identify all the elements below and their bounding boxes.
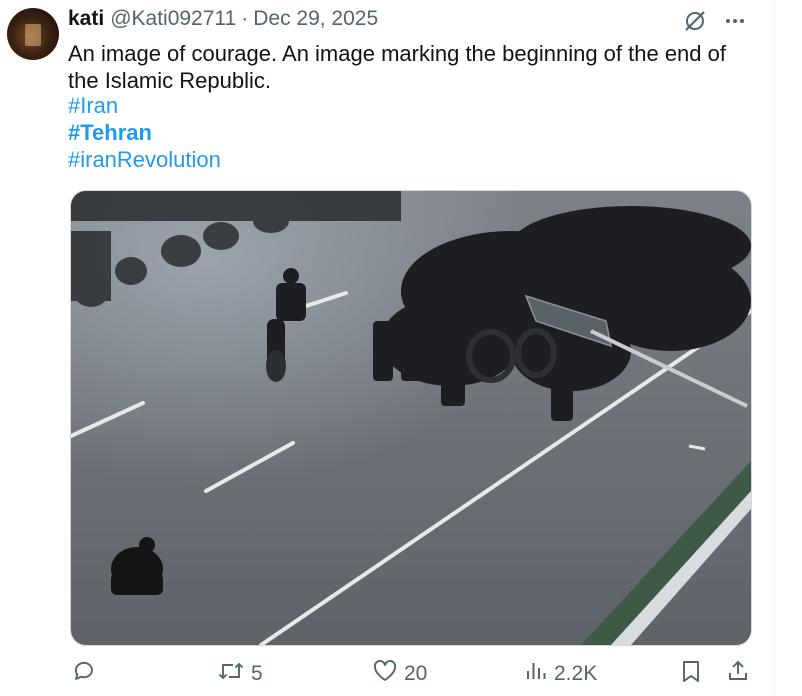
tweet-date[interactable]: Dec 29, 2025 <box>253 7 378 31</box>
views-icon <box>524 659 548 689</box>
like-count: 20 <box>404 662 428 685</box>
retweet-button[interactable]: 5 <box>217 652 263 696</box>
grok-icon[interactable] <box>682 8 708 39</box>
hashtag-list: #Iran #Tehran #iranRevolution <box>68 92 221 173</box>
bookmark-icon <box>680 659 702 689</box>
share-icon <box>726 659 750 689</box>
tweet-header: kati @Kati092711 · Dec 29, 2025 <box>68 6 378 32</box>
timeline-border <box>774 0 775 696</box>
author-name[interactable]: kati <box>68 7 104 31</box>
more-icon[interactable] <box>722 8 748 39</box>
views-count: 2.2K <box>554 662 598 685</box>
tweet-text: An image of courage. An image marking th… <box>68 41 726 93</box>
tweet-actions: 5 20 2.2K <box>0 652 774 696</box>
heart-icon <box>372 659 398 689</box>
separator: · <box>241 7 249 30</box>
share-button[interactable] <box>726 652 750 696</box>
tweet-photo[interactable] <box>70 190 752 646</box>
avatar[interactable] <box>7 8 59 60</box>
header-actions <box>682 8 748 39</box>
reply-button[interactable] <box>72 652 102 696</box>
author-handle[interactable]: @Kati092711 <box>110 7 236 31</box>
views-button[interactable]: 2.2K <box>524 652 597 696</box>
hashtag-tehran[interactable]: #Tehran <box>68 119 221 146</box>
retweet-icon <box>217 659 245 689</box>
like-button[interactable]: 20 <box>372 652 427 696</box>
hashtag-iranrevolution[interactable]: #iranRevolution <box>68 146 221 173</box>
hashtag-iran[interactable]: #Iran <box>68 92 221 119</box>
bookmark-button[interactable] <box>680 652 702 696</box>
reply-icon <box>72 659 96 689</box>
photo-scene <box>71 191 751 645</box>
retweet-count: 5 <box>251 662 263 685</box>
